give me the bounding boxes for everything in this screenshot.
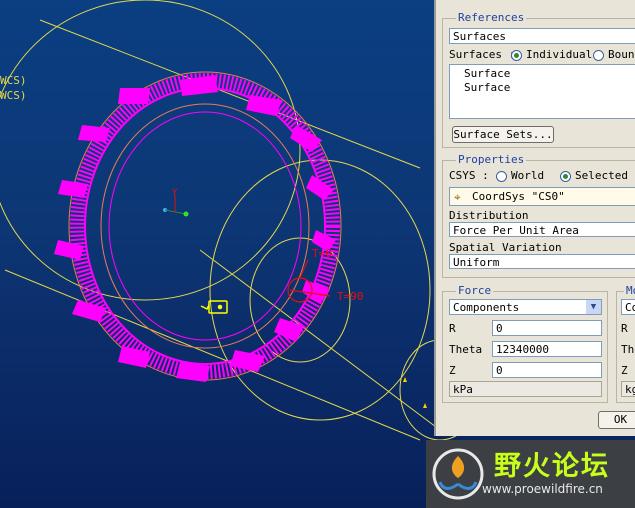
individual-radio[interactable] [511,50,522,61]
selected-label[interactable]: Selected [575,169,628,182]
moment-type-select[interactable]: Com [621,299,635,315]
list-item[interactable]: Surface [464,80,510,95]
load-arrow-ring [68,71,342,381]
theta-ninety-label: T=90 [337,290,364,303]
force-z-input[interactable]: 0 [492,362,602,378]
boundary-label[interactable]: Boun [608,48,635,61]
force-theta-input[interactable]: 12340000 [492,341,602,357]
coord-sys-field[interactable]: ⌖ CoordSys "CS0" [449,187,635,206]
references-title: References [456,11,527,24]
ok-button[interactable]: OK [598,411,635,429]
surface-sets-button[interactable]: Surface Sets... [452,126,554,143]
individual-label[interactable]: Individual [526,48,592,61]
coord-sys-value: CoordSys "CS0" [472,190,565,203]
list-item[interactable]: Surface [464,66,510,81]
csys-x-dot [183,211,189,217]
surfaces-label: Surfaces : [449,48,516,61]
distribution-label: Distribution [449,209,529,222]
moment-title: Mo [624,284,635,297]
watermark-title: 野火论坛 [494,451,610,482]
world-radio[interactable] [496,171,507,182]
world-label[interactable]: World [511,169,544,182]
moment-theta-label: The [621,343,635,356]
force-z-label: Z [449,364,456,377]
outer-cylinder-edge [0,0,301,301]
watermark-logo: 野火论坛 www.proewildfire.cn [426,440,635,508]
force-r-input[interactable]: 0 [492,320,602,336]
force-load-dialog: References Surfaces Surfaces : Individua… [434,0,635,436]
force-theta-label: Theta [449,343,483,356]
force-type-value: Components [453,301,520,314]
load-arrow-tabs [54,75,336,382]
properties-title: Properties [456,153,527,166]
reference-type-select[interactable]: Surfaces [449,28,635,44]
force-type-select[interactable]: Components ▼ [449,299,602,315]
axis-y-label: Y [172,188,178,198]
force-r-label: R [449,322,456,335]
moment-units-select[interactable]: kg [621,381,635,397]
wcs-label-1: WCS) [0,74,27,87]
distribution-select[interactable]: Force Per Unit Area [449,222,635,237]
csys-label: CSYS : [449,169,489,182]
boundary-radio[interactable] [593,50,604,61]
chevron-down-icon[interactable]: ▼ [586,300,601,314]
surface-list[interactable]: Surface Surface [449,64,635,119]
moment-r-label: R [621,322,628,335]
force-title: Force [456,284,494,297]
csys-icon: ⌖ [454,190,461,204]
wcs-label-2: WCS) [0,89,27,102]
force-units-select[interactable]: kPa [449,381,602,397]
load-label-icon [200,300,228,314]
flame-logo-icon [432,448,484,500]
theta-zero-label: T=0 [312,247,332,260]
selected-radio[interactable] [560,171,571,182]
spatial-variation-label: Spatial Variation [449,241,562,254]
spatial-variation-select[interactable]: Uniform [449,254,635,269]
cylinder-silhouette-top [39,19,421,169]
watermark-url: www.proewildfire.cn [482,482,603,496]
moment-z-label: Z [621,364,628,377]
